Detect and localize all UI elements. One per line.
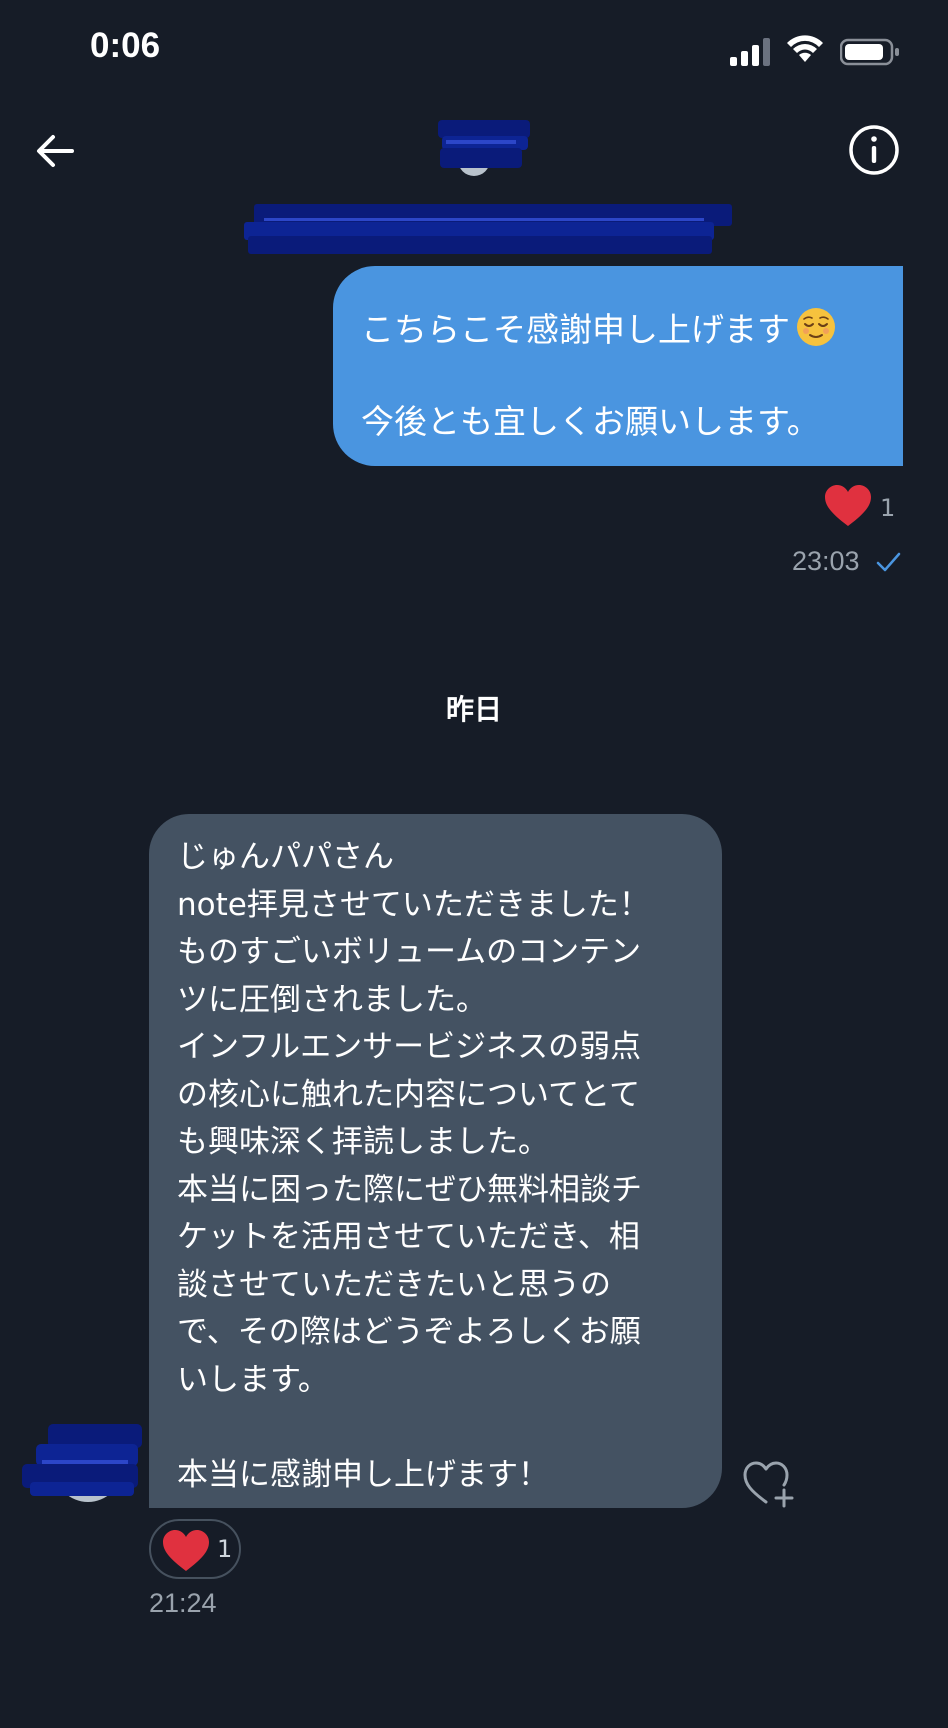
message-text-line: の核心に触れた内容についてとて [177, 1076, 641, 1113]
info-icon[interactable] [848, 124, 900, 176]
reaction-pill[interactable]: 1 [149, 1519, 241, 1579]
message-text-line: 談させていただきたいと思うの [177, 1266, 611, 1303]
battery-icon [840, 38, 899, 66]
message-text-line: ケットを活用させていただき、相 [177, 1219, 640, 1255]
status-time: 0:06 [90, 26, 161, 65]
checkmark-icon [876, 552, 901, 572]
message-text-line: こちらこそ感謝申し上げます [361, 310, 790, 349]
arrow-left-icon[interactable] [32, 128, 78, 174]
heart-icon [163, 1530, 209, 1571]
message-timestamp: 23:03 [792, 546, 860, 576]
message-text-line: じゅんパパさん [177, 839, 394, 875]
cellular-signal-icon [730, 38, 770, 66]
message-text-line: も興味深く拝読しました。 [177, 1124, 549, 1160]
relieved-face-emoji [797, 308, 835, 346]
reaction-count: 1 [217, 1535, 233, 1563]
heart-icon[interactable] [824, 484, 872, 528]
received-message-bubble[interactable]: じゅんパパさん note拝見させていただきました！ ものすごいボリュームのコンテ… [149, 814, 722, 1508]
message-text-line: インフルエンサービジネスの弱点 [177, 1029, 642, 1065]
message-timestamp: 21:24 [149, 1588, 217, 1618]
message-text-line: で、その際はどうぞよろしくお願 [177, 1314, 641, 1350]
redacted-avatar[interactable] [438, 120, 530, 176]
message-text-line: 本当に感謝申し上げます！ [177, 1457, 549, 1493]
heart-add-icon[interactable] [742, 1458, 794, 1508]
message-text-line: ツに圧倒されました。 [177, 981, 487, 1018]
message-text-line: 本当に困った際にぜひ無料相談チ [177, 1171, 642, 1208]
wifi-icon [787, 35, 823, 62]
message-text-line: 今後とも宜しくお願いします。 [361, 402, 820, 441]
sent-message-bubble[interactable]: こちらこそ感謝申し上げます 今後とも宜しくお願いします。 [333, 266, 903, 466]
message-text-line: いします。 [177, 1361, 329, 1398]
message-text-line: ものすごいボリュームのコンテン [177, 934, 642, 970]
reaction-count: 1 [880, 494, 896, 522]
redacted-avatar[interactable] [22, 1424, 142, 1504]
date-separator: 昨日 [445, 693, 502, 726]
message-text-line: note拝見させていただきました！ [177, 886, 650, 923]
redacted-name [244, 204, 732, 254]
